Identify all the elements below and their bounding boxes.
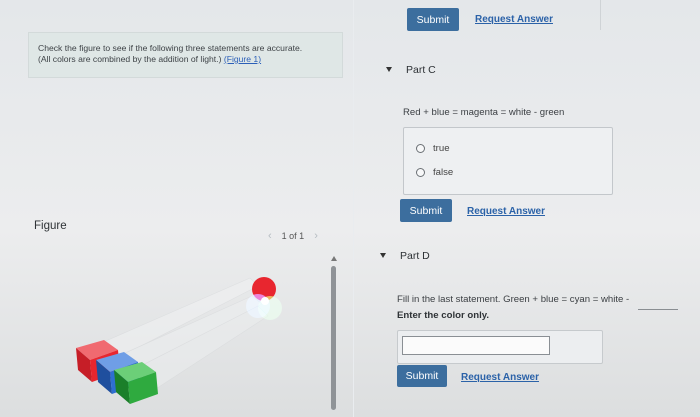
figure-pane: Check the figure to see if the following… — [0, 0, 350, 417]
part-d-answer-input[interactable] — [402, 336, 550, 355]
instructions-box: Check the figure to see if the following… — [28, 32, 343, 78]
request-answer-link-top[interactable]: Request Answer — [475, 14, 553, 25]
part-d-submit-button[interactable]: Submit — [397, 365, 447, 387]
top-separator — [600, 0, 601, 30]
answer-blank-line — [638, 309, 678, 310]
instructions-line2-text: (All colors are combined by the addition… — [38, 54, 222, 64]
instructions-line1: Check the figure to see if the following… — [38, 43, 303, 53]
chevron-right-icon[interactable]: › — [314, 230, 318, 242]
part-c-title[interactable]: Part C — [406, 64, 436, 76]
part-d-statement: Fill in the last statement. Green + blue… — [397, 294, 630, 305]
part-c-choices: true false — [403, 127, 613, 195]
option-true[interactable]: true — [416, 143, 450, 154]
figure-heading: Figure — [34, 220, 67, 232]
pager-label: 1 of 1 — [281, 231, 305, 241]
pane-divider — [353, 0, 354, 417]
part-c-statement: Red + blue = magenta = white - green — [403, 107, 565, 118]
part-c-submit-button[interactable]: Submit — [400, 199, 452, 222]
submit-button-top[interactable]: Submit — [407, 8, 459, 31]
chevron-left-icon[interactable]: ‹ — [268, 230, 272, 242]
radio-icon[interactable] — [416, 144, 425, 153]
part-d-request-answer-link[interactable]: Request Answer — [461, 372, 539, 383]
figure-pager: ‹ 1 of 1 › — [268, 230, 318, 242]
option-true-label: true — [433, 143, 450, 154]
option-false[interactable]: false — [416, 167, 453, 178]
part-d-collapse-icon[interactable] — [380, 253, 386, 258]
part-d-instruction: Enter the color only. — [397, 310, 490, 321]
part-c-request-answer-link[interactable]: Request Answer — [467, 206, 545, 217]
instructions-line2: (All colors are combined by the addition… — [38, 54, 333, 65]
part-d-title[interactable]: Part D — [400, 250, 430, 262]
figure-link[interactable]: (Figure 1) — [224, 54, 261, 64]
figure-scrollbar-thumb[interactable] — [331, 266, 336, 410]
option-false-label: false — [433, 167, 454, 178]
light-mixing-figure — [76, 277, 282, 404]
radio-icon[interactable] — [416, 168, 425, 177]
part-d-input-container — [397, 330, 603, 364]
part-c-collapse-icon[interactable] — [386, 67, 392, 72]
scroll-up-icon[interactable] — [331, 256, 337, 261]
